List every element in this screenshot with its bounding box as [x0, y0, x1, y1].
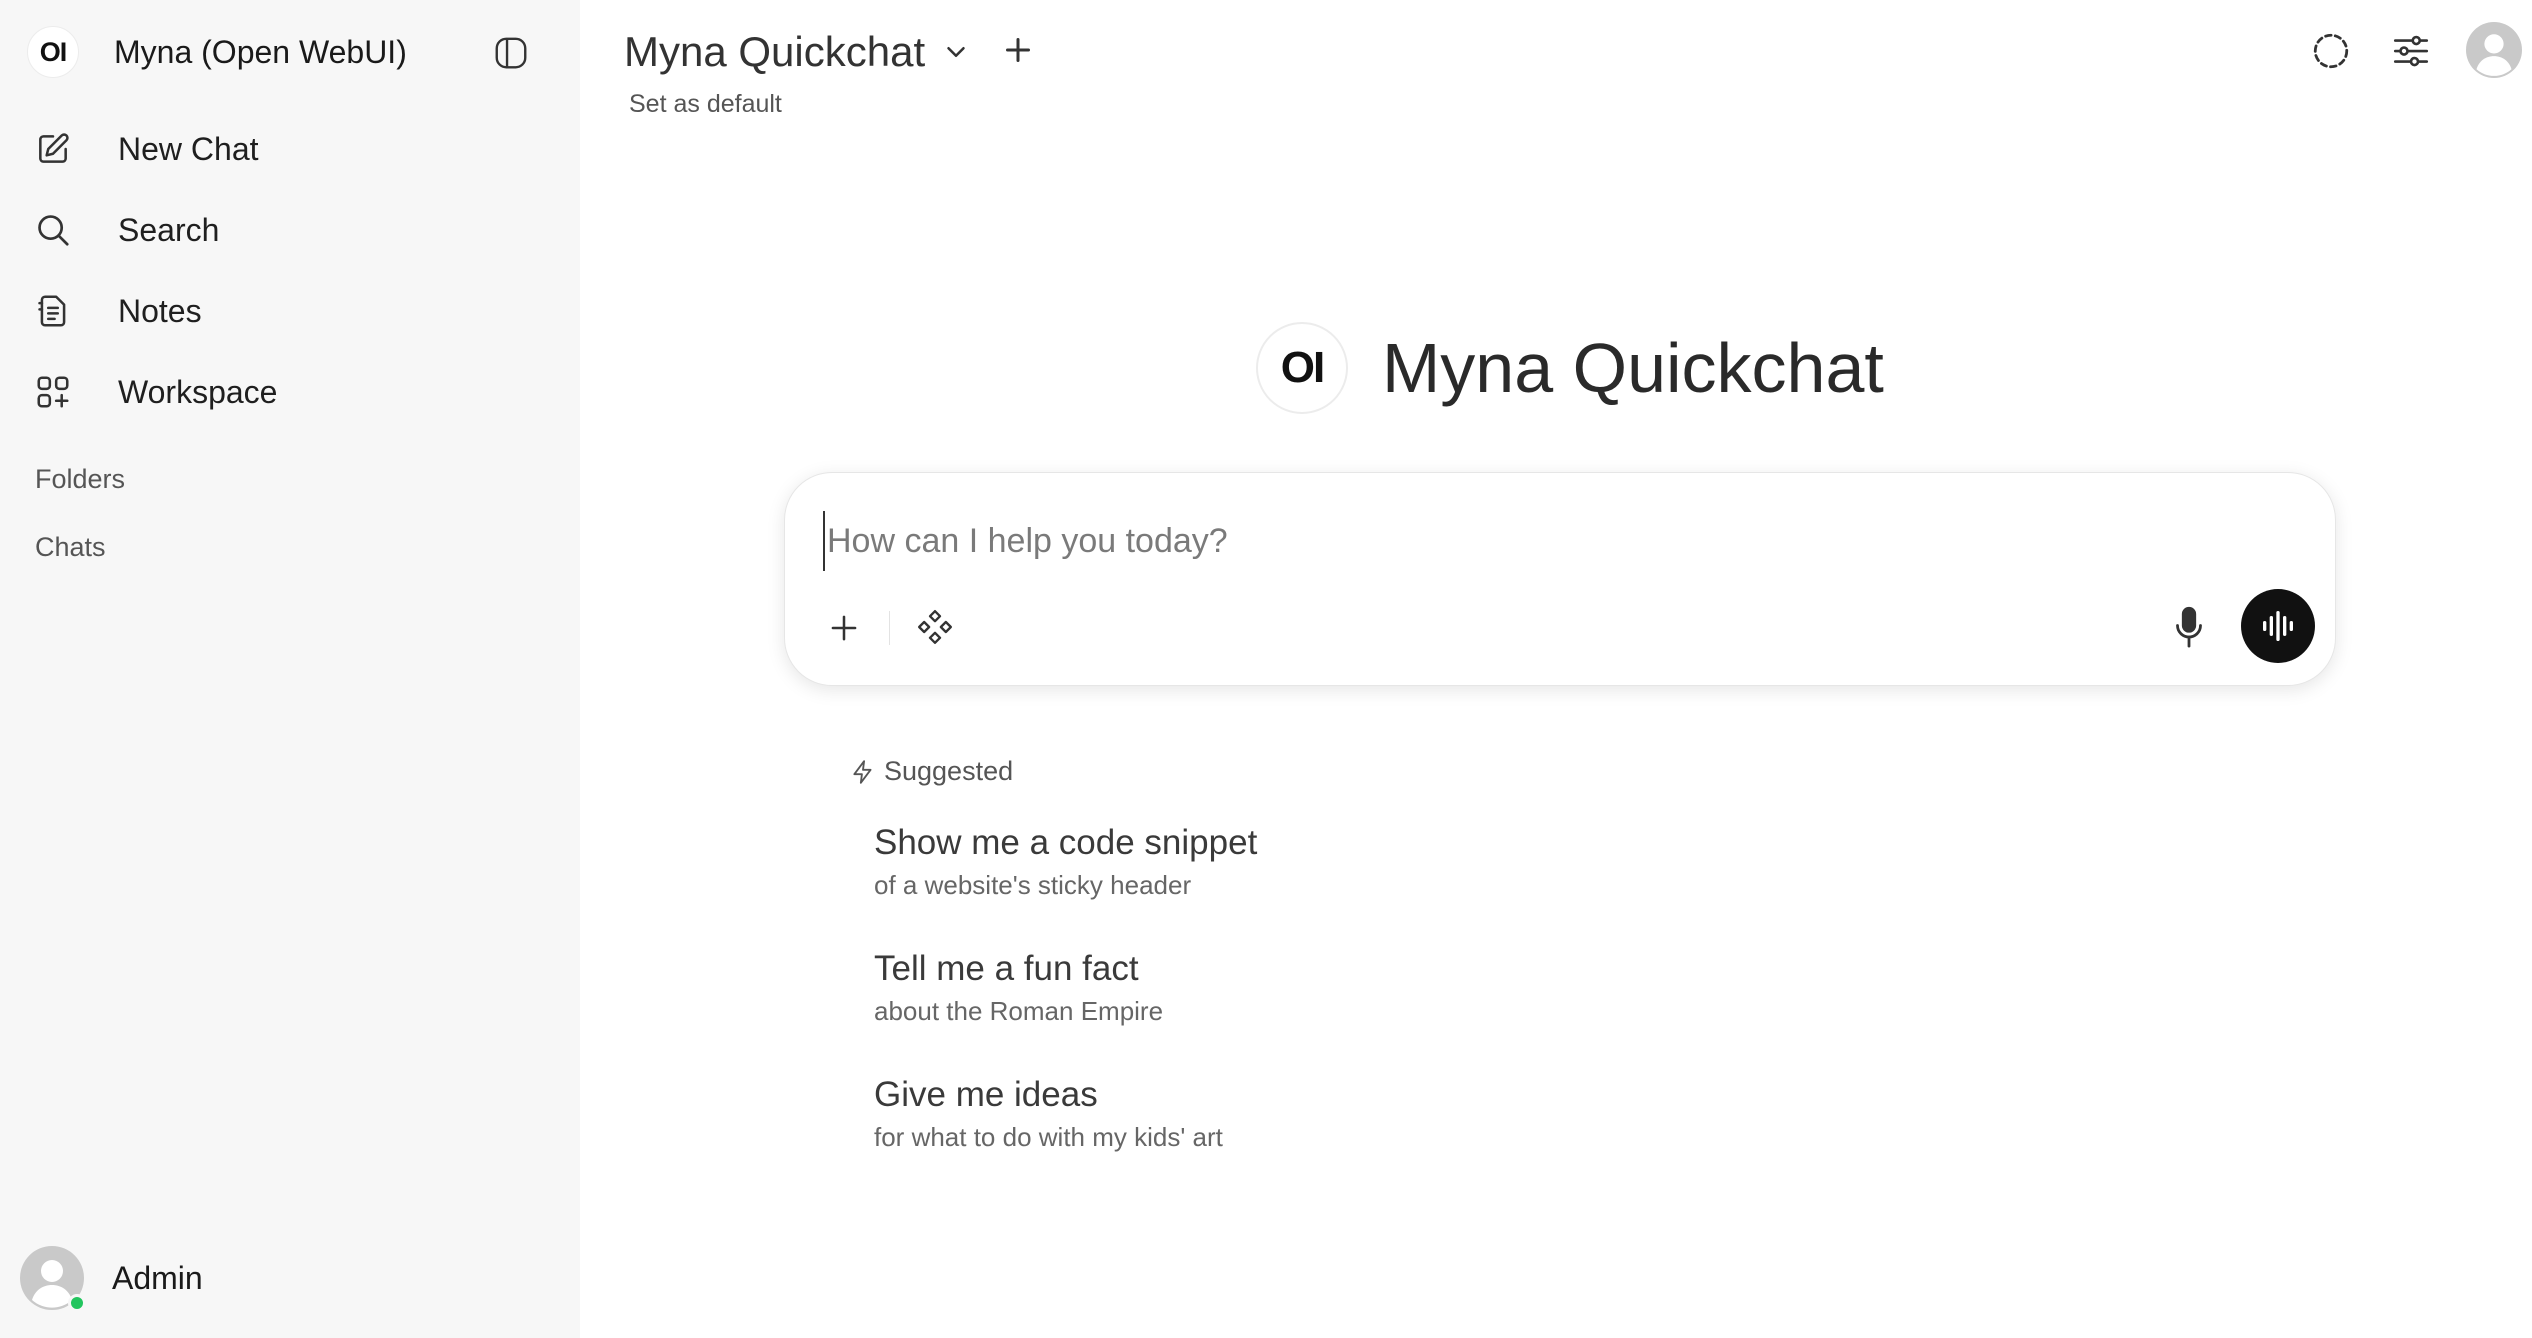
online-status-dot — [68, 1294, 86, 1312]
sidebar-item-label: Search — [118, 211, 220, 248]
suggestion-title: Tell me a fun fact — [874, 949, 1139, 988]
app-name[interactable]: Myna (Open WebUI) — [114, 32, 407, 72]
app-logo[interactable]: OI — [27, 26, 79, 78]
suggestion-item[interactable]: Show me a code snippet of a website's st… — [874, 820, 1257, 946]
lightning-bolt-icon — [850, 759, 876, 785]
attach-plus-icon[interactable] — [825, 609, 863, 647]
sidebar-item-new-chat[interactable]: New Chat — [18, 116, 562, 182]
suggestion-item[interactable]: Tell me a fun fact about the Roman Empir… — [874, 946, 1257, 1072]
chat-composer — [784, 472, 2336, 686]
set-as-default-link[interactable]: Set as default — [629, 90, 782, 119]
pencil-square-icon — [34, 130, 72, 168]
avatar — [20, 1246, 86, 1312]
suggestion-subtitle: of a website's sticky header — [874, 870, 1192, 900]
model-hero: OI Myna Quickchat — [1256, 322, 1884, 414]
sidebar-item-notes[interactable]: Notes — [18, 278, 562, 344]
model-logo: OI — [1256, 322, 1348, 414]
suggestion-subtitle: about the Roman Empire — [874, 996, 1164, 1026]
sidebar-item-workspace[interactable]: Workspace — [18, 359, 562, 425]
sidebar-item-label: New Chat — [118, 130, 259, 167]
hero-title: Myna Quickchat — [1382, 329, 1884, 407]
user-menu[interactable]: Admin — [20, 1246, 203, 1312]
microphone-icon[interactable] — [2169, 605, 2209, 651]
voice-mode-button[interactable] — [2241, 589, 2315, 663]
user-name: Admin — [112, 1259, 203, 1296]
add-model-icon[interactable] — [1000, 32, 1036, 68]
chats-section[interactable]: Chats — [35, 532, 106, 563]
suggestion-subtitle: for what to do with my kids' art — [874, 1122, 1223, 1152]
suggested-header: Suggested — [850, 756, 1013, 787]
suggested-label: Suggested — [884, 756, 1014, 786]
model-selector[interactable]: Myna Quickchat — [624, 26, 971, 78]
temporary-chat-icon[interactable] — [2310, 30, 2352, 72]
notes-icon — [34, 292, 72, 330]
suggestion-list: Show me a code snippet of a website's st… — [874, 820, 1257, 1198]
sidebar-item-label: Workspace — [118, 373, 278, 410]
chat-input[interactable] — [823, 511, 2223, 571]
suggestion-item[interactable]: Give me ideas for what to do with my kid… — [874, 1072, 1257, 1198]
sidebar: OI Myna (Open WebUI) New Chat Search Not… — [0, 0, 580, 1338]
sidebar-toggle-icon[interactable] — [492, 34, 530, 72]
model-name: Myna Quickchat — [624, 28, 926, 75]
sidebar-item-label: Notes — [118, 292, 202, 329]
controls-sliders-icon[interactable] — [2390, 30, 2432, 72]
chevron-down-icon — [941, 37, 971, 67]
composer-divider — [889, 611, 890, 645]
profile-avatar[interactable] — [2466, 22, 2522, 78]
sidebar-item-search[interactable]: Search — [18, 197, 562, 263]
search-icon — [34, 211, 72, 249]
workspace-grid-icon — [34, 373, 72, 411]
suggestion-title: Give me ideas — [874, 1075, 1098, 1114]
waveform-icon — [2258, 606, 2298, 646]
folders-section[interactable]: Folders — [35, 464, 125, 495]
tools-integrations-icon[interactable] — [915, 607, 955, 647]
sidebar-nav: New Chat Search Notes Workspace — [18, 116, 562, 440]
suggestion-title: Show me a code snippet — [874, 823, 1258, 862]
